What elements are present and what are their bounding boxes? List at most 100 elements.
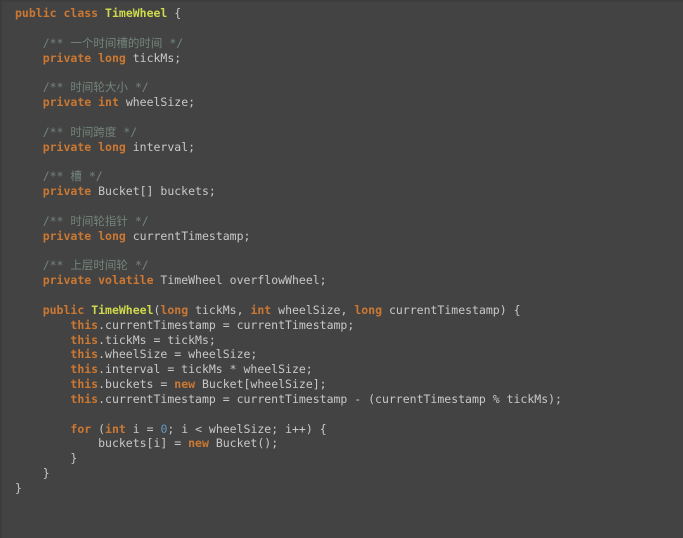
code-line: this.interval = tickMs * wheelSize; — [0, 362, 683, 377]
code-token-kw: private — [42, 95, 92, 110]
code-token-kw: private — [42, 273, 92, 288]
code-token-plain: i = — [125, 421, 161, 436]
code-token-kw: public — [42, 302, 85, 317]
code-token-kw: long — [160, 302, 189, 317]
code-line: } — [0, 481, 683, 496]
code-editor-surface[interactable]: public class TimeWheel {​ /** 一个时间槽的时间 *… — [0, 0, 683, 538]
code-line: private long currentTimestamp; — [0, 229, 683, 244]
code-token-kw: long — [98, 228, 126, 243]
code-line: this.wheelSize = wheelSize; — [0, 347, 683, 362]
code-token-kw: this — [70, 391, 99, 406]
code-token-kw: class — [63, 6, 99, 20]
code-token-kw: new — [174, 377, 196, 392]
code-line: ​ — [0, 288, 683, 303]
code-line: this.currentTimestamp = currentTimestamp… — [0, 318, 683, 333]
source-code-block[interactable]: public class TimeWheel {​ /** 一个时间槽的时间 *… — [0, 6, 683, 496]
code-line: ​ — [0, 244, 683, 259]
code-token-plain: .wheelSize = wheelSize; — [98, 347, 258, 362]
code-token-punct: { — [167, 6, 182, 20]
code-token-plain: wheelSize, — [271, 302, 355, 317]
code-line: this.buckets = new Bucket[wheelSize]; — [0, 377, 683, 392]
code-token-plain: tickMs, — [188, 302, 251, 317]
code-token-cmt: /** 时间轮指针 */ — [42, 213, 149, 228]
code-token-punct: } — [42, 466, 50, 481]
code-token-cmt: /** 槽 */ — [42, 169, 103, 184]
code-token-kw: private — [42, 139, 92, 154]
code-token-plain: buckets[i] = — [98, 436, 189, 451]
code-token-kw: private — [42, 184, 92, 199]
code-line: public class TimeWheel { — [0, 6, 683, 21]
code-token-plain: Bucket[] buckets; — [91, 184, 216, 199]
code-token-cmt: /** 上层时间轮 */ — [42, 258, 149, 273]
code-line: ​ — [0, 65, 683, 80]
code-line: ​ — [0, 407, 683, 422]
code-token-kw: volatile — [98, 273, 154, 288]
code-token-plain: .currentTimestamp = currentTimestamp; — [98, 317, 355, 332]
code-token-kw: this — [70, 332, 99, 347]
code-token-plain: currentTimestamp; — [125, 228, 251, 243]
code-line: ​ — [0, 199, 683, 214]
code-token-kw: this — [70, 317, 99, 332]
code-token-punct: } — [15, 481, 22, 495]
code-token-plain: tickMs; — [125, 50, 182, 65]
code-token-kw: long — [98, 139, 126, 154]
code-line: private long interval; — [0, 140, 683, 155]
code-line: /** 一个时间槽的时间 */ — [0, 36, 683, 51]
code-token-kw: this — [70, 377, 99, 392]
code-token-cls: TimeWheel — [91, 302, 154, 317]
code-token-plain: wheelSize; — [118, 95, 196, 110]
code-line: this.currentTimestamp = currentTimestamp… — [0, 392, 683, 407]
code-token-plain: interval; — [125, 139, 196, 154]
code-token-kw: this — [70, 347, 99, 362]
code-token-plain: Bucket[wheelSize]; — [195, 377, 327, 392]
code-line: buckets[i] = new Bucket(); — [0, 436, 683, 451]
code-token-plain: .interval = tickMs * wheelSize; — [98, 362, 313, 377]
code-line: private int wheelSize; — [0, 95, 683, 110]
code-token-plain: Bucket(); — [208, 436, 279, 451]
code-token-plain: currentTimestamp) { — [382, 302, 521, 317]
code-token-punct: ( — [91, 421, 106, 436]
code-line: /** 槽 */ — [0, 169, 683, 184]
code-line: for (int i = 0; i < wheelSize; i++) { — [0, 422, 683, 437]
code-token-kw: int — [105, 421, 126, 436]
code-token-kw: long — [98, 50, 126, 65]
code-token-plain: ; i < wheelSize; i++) { — [167, 421, 327, 436]
code-line: ​ — [0, 154, 683, 169]
code-line: /** 上层时间轮 */ — [0, 258, 683, 273]
code-token-plain: TimeWheel overflowWheel; — [153, 273, 327, 288]
code-token-plain: .tickMs = tickMs; — [98, 332, 216, 347]
code-token-punct: } — [70, 451, 78, 466]
code-line: ​ — [0, 21, 683, 36]
code-token-kw: new — [188, 436, 209, 451]
code-line: } — [0, 451, 683, 466]
code-line: this.tickMs = tickMs; — [0, 333, 683, 348]
code-token-kw: int — [98, 95, 119, 110]
code-line: ​ — [0, 110, 683, 125]
code-token-kw: int — [250, 302, 272, 317]
code-line: } — [0, 466, 683, 481]
code-line: /** 时间跨度 */ — [0, 125, 683, 140]
code-token-kw: private — [42, 50, 92, 65]
code-token-kw: long — [354, 302, 383, 317]
